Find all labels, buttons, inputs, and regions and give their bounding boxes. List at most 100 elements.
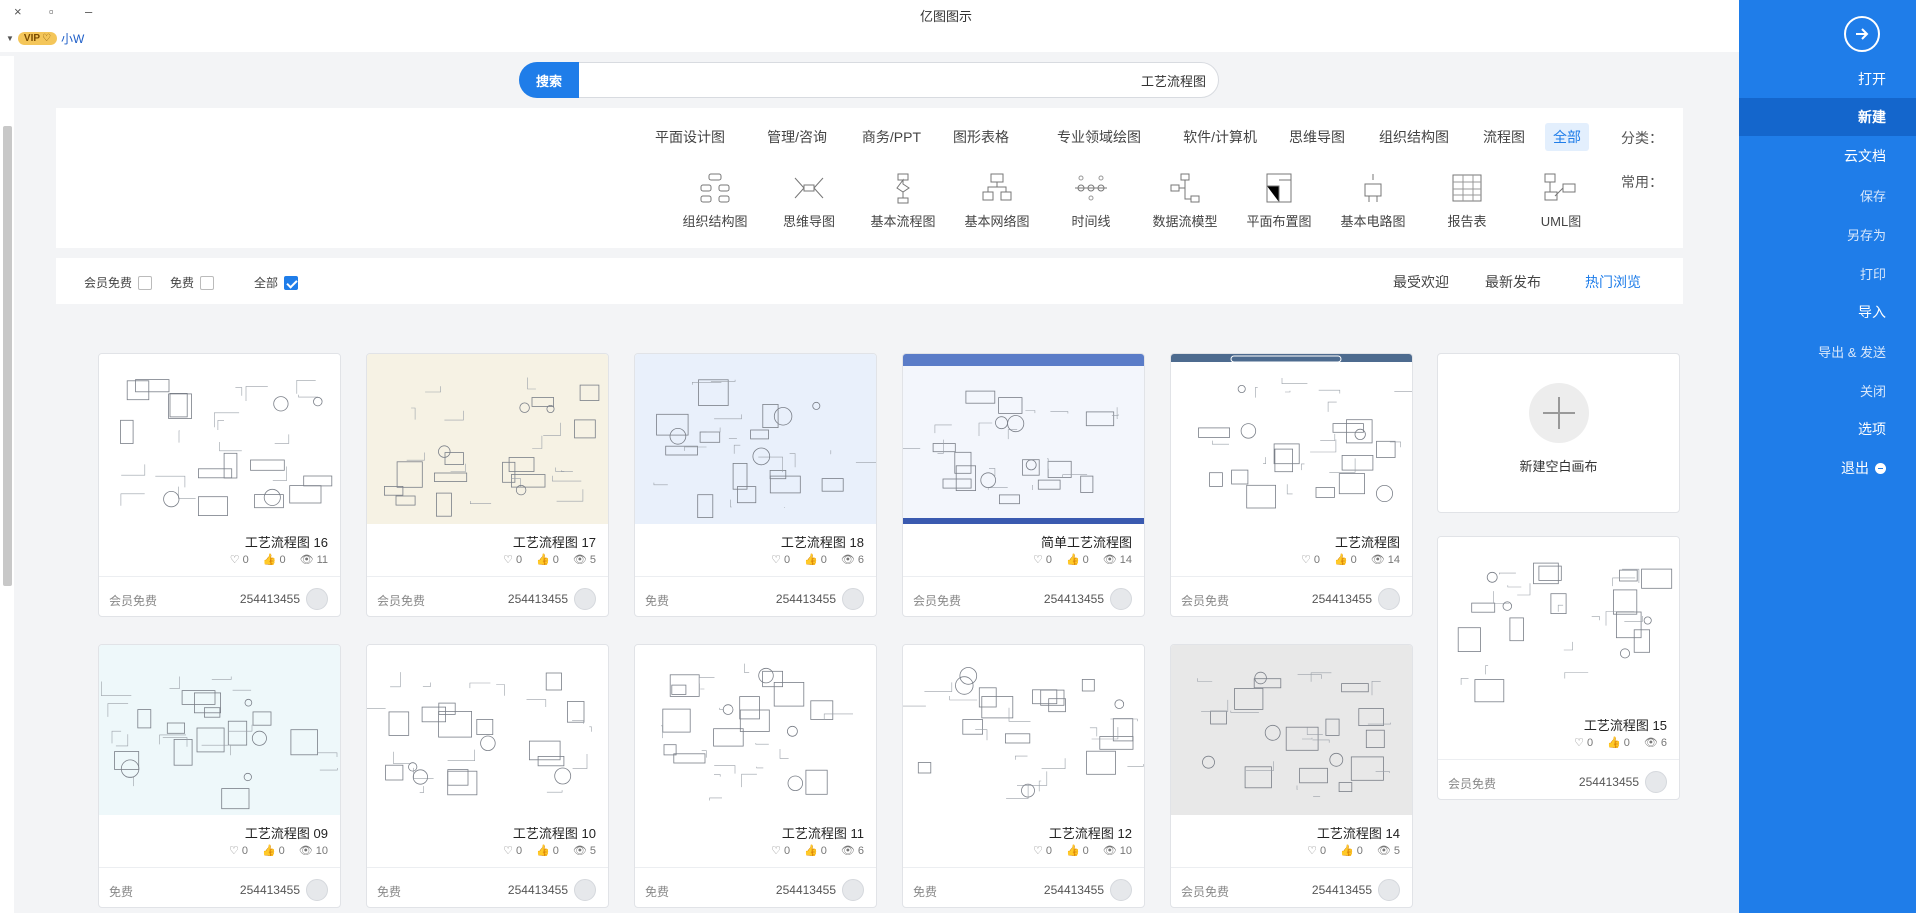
favorites-stat[interactable]: ♡ 0 [503, 844, 522, 858]
template-card[interactable]: 工艺流程图 15 ♡ 0 👍 0 👁 6 254413455 会员免费 [1437, 536, 1680, 800]
sidebar-item-cloud[interactable]: 云文档 [1739, 137, 1916, 175]
likes-stat[interactable]: 👍 0 [804, 553, 827, 567]
thumbs-up-icon[interactable]: 👍 [804, 844, 818, 857]
category-graphic-table[interactable]: 图形表格 [945, 123, 1017, 151]
template-card[interactable]: 工艺流程图 11 ♡ 0 👍 0 👁 6 254413455 免费 [634, 644, 877, 908]
favorites-stat[interactable]: ♡ 0 [503, 553, 522, 567]
scrollbar-thumb[interactable] [3, 126, 12, 586]
common-basic-flow[interactable]: 基本流程图 [868, 172, 938, 230]
common-org[interactable]: 组织结构图 [680, 172, 750, 230]
restore-window-button[interactable]: ▫ [49, 4, 54, 19]
template-thumbnail[interactable] [635, 354, 876, 524]
sidebar-item-new[interactable]: 新建 [1739, 98, 1916, 136]
sidebar-item-save-as[interactable]: 另存为 [1739, 215, 1916, 253]
category-management[interactable]: 管理/咨询 [759, 123, 835, 151]
heart-icon[interactable]: ♡ [1033, 553, 1043, 566]
heart-icon[interactable]: ♡ [503, 553, 513, 566]
new-blank-canvas-card[interactable]: 新建空白画布 [1437, 353, 1680, 513]
sort-popular[interactable]: 最受欢迎 [1393, 272, 1449, 292]
sidebar-item-options[interactable]: 选项 [1739, 410, 1916, 448]
category-graphic-design[interactable]: 平面设计图 [647, 123, 733, 151]
favorites-stat[interactable]: ♡ 0 [1307, 844, 1326, 858]
sidebar-item-close[interactable]: 关闭 [1739, 371, 1916, 409]
heart-icon[interactable]: ♡ [771, 553, 781, 566]
thumbs-up-icon[interactable]: 👍 [1066, 844, 1080, 857]
template-thumbnail[interactable] [99, 645, 340, 815]
filter-free-checkbox[interactable] [200, 275, 215, 290]
heart-icon[interactable]: ♡ [503, 844, 513, 857]
close-window-button[interactable]: × [14, 4, 22, 19]
vertical-scrollbar[interactable] [0, 56, 14, 913]
template-author[interactable]: 254413455 [240, 588, 328, 610]
common-mindmap[interactable]: 思维导图 [774, 172, 844, 230]
sidebar-item-exit[interactable]: 退出 [1739, 449, 1916, 487]
likes-stat[interactable]: 👍 0 [263, 553, 286, 567]
favorites-stat[interactable]: ♡ 0 [771, 553, 790, 567]
sidebar-item-export[interactable]: 导出 & 发送 [1739, 332, 1916, 370]
category-mindmap[interactable]: 思维导图 [1281, 123, 1353, 151]
template-thumbnail[interactable] [99, 354, 340, 524]
template-name[interactable]: 工艺流程图 11 [782, 823, 864, 842]
thumbs-up-icon[interactable]: 👍 [1340, 844, 1354, 857]
favorites-stat[interactable]: ♡ 0 [1033, 844, 1052, 858]
likes-stat[interactable]: 👍 0 [536, 553, 559, 567]
thumbs-up-icon[interactable]: 👍 [1334, 553, 1348, 566]
thumbs-up-icon[interactable]: 👍 [804, 553, 818, 566]
heart-icon[interactable]: ♡ [1033, 844, 1043, 857]
likes-stat[interactable]: 👍 0 [1066, 553, 1089, 567]
thumbs-up-icon[interactable]: 👍 [262, 844, 276, 857]
template-card[interactable]: 工艺流程图 ♡ 0 👍 0 👁 14 254413455 会员免费 [1170, 353, 1413, 617]
template-author[interactable]: 254413455 [1579, 771, 1667, 793]
likes-stat[interactable]: 👍 0 [1340, 844, 1363, 858]
heart-icon[interactable]: ♡ [1301, 553, 1311, 566]
thumbs-up-icon[interactable]: 👍 [1607, 736, 1621, 749]
filter-member-checkbox[interactable] [138, 275, 153, 290]
template-thumbnail[interactable] [1171, 354, 1412, 524]
favorites-stat[interactable]: ♡ 0 [229, 844, 248, 858]
filter-all-checkbox[interactable] [284, 275, 299, 290]
favorites-stat[interactable]: ♡ 0 [771, 844, 790, 858]
template-author[interactable]: 254413455 [776, 588, 864, 610]
template-card[interactable]: 工艺流程图 16 ♡ 0 👍 0 👁 11 254413455 会员免费 [98, 353, 341, 617]
template-author[interactable]: 254413455 [508, 588, 596, 610]
sort-newest[interactable]: 最新发布 [1485, 272, 1541, 292]
template-card[interactable]: 工艺流程图 10 ♡ 0 👍 0 👁 5 254413455 免费 [366, 644, 609, 908]
heart-icon[interactable]: ♡ [229, 844, 239, 857]
dropdown-arrow-icon[interactable]: ▼ [6, 34, 14, 43]
template-name[interactable]: 工艺流程图 14 [1317, 823, 1400, 842]
likes-stat[interactable]: 👍 0 [536, 844, 559, 858]
template-card[interactable]: 简单工艺流程图 ♡ 0 👍 0 👁 14 254413455 会员免费 [902, 353, 1145, 617]
heart-icon[interactable]: ♡ [230, 553, 240, 566]
favorites-stat[interactable]: ♡ 0 [1033, 553, 1052, 567]
heart-icon[interactable]: ♡ [771, 844, 781, 857]
sidebar-item-print[interactable]: 打印 [1739, 254, 1916, 292]
filter-member[interactable]: 会员免费 [84, 274, 153, 291]
likes-stat[interactable]: 👍 0 [1334, 553, 1357, 567]
template-thumbnail[interactable] [1171, 645, 1412, 815]
template-name[interactable]: 工艺流程图 17 [513, 532, 596, 551]
template-name[interactable]: 工艺流程图 09 [245, 823, 328, 842]
thumbs-up-icon[interactable]: 👍 [1066, 553, 1080, 566]
user-name[interactable]: 小W [61, 30, 84, 47]
sidebar-item-import[interactable]: 导入 [1739, 293, 1916, 331]
template-name[interactable]: 工艺流程图 15 [1584, 715, 1667, 734]
likes-stat[interactable]: 👍 0 [1607, 736, 1630, 750]
category-professional[interactable]: 专业领域绘图 [1049, 123, 1149, 151]
filter-free[interactable]: 免费 [170, 274, 215, 291]
template-author[interactable]: 254413455 [1312, 588, 1400, 610]
thumbs-up-icon[interactable]: 👍 [536, 844, 550, 857]
template-thumbnail[interactable] [635, 645, 876, 815]
common-report[interactable]: 报告表 [1432, 172, 1502, 230]
template-thumbnail[interactable] [1438, 537, 1679, 707]
template-card[interactable]: 工艺流程图 18 ♡ 0 👍 0 👁 6 254413455 免费 [634, 353, 877, 617]
template-card[interactable]: 工艺流程图 09 ♡ 0 👍 0 👁 10 254413455 免费 [98, 644, 341, 908]
category-business-ppt[interactable]: 商务/PPT [854, 123, 929, 151]
favorites-stat[interactable]: ♡ 0 [1301, 553, 1320, 567]
template-author[interactable]: 254413455 [240, 879, 328, 901]
template-card[interactable]: 工艺流程图 12 ♡ 0 👍 0 👁 10 254413455 免费 [902, 644, 1145, 908]
template-name[interactable]: 工艺流程图 18 [781, 532, 864, 551]
template-name[interactable]: 工艺流程图 12 [1049, 823, 1132, 842]
search-button[interactable]: 搜索 [519, 62, 579, 98]
sidebar-item-open[interactable]: 打开 [1739, 60, 1916, 98]
likes-stat[interactable]: 👍 0 [262, 844, 285, 858]
